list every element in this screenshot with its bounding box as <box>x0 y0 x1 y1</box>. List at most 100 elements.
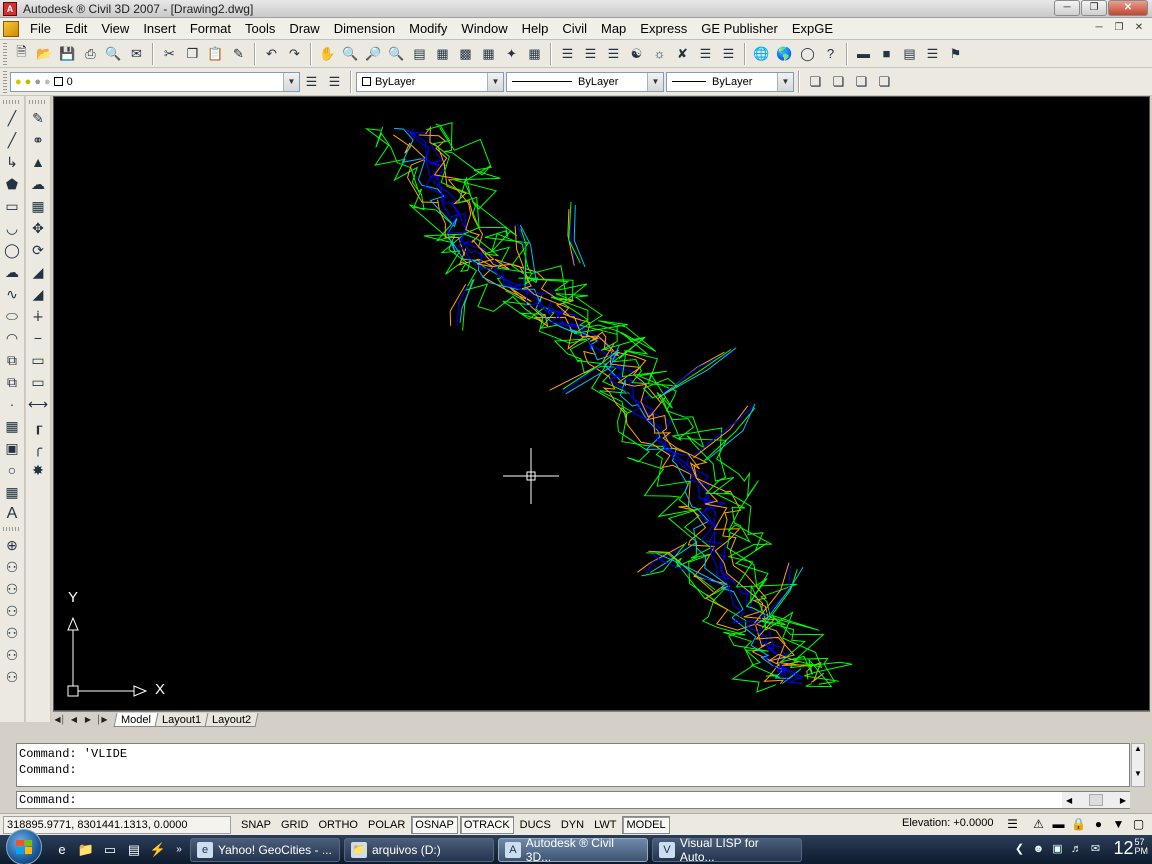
layer-manager-icon[interactable]: ☰ <box>1004 816 1021 833</box>
region-icon[interactable]: ○ <box>2 460 22 480</box>
show-desktop-icon[interactable]: ▭ <box>100 840 120 860</box>
doc-close-button[interactable]: ✕ <box>1130 21 1148 36</box>
revision-cloud-icon[interactable]: ☁ <box>2 262 22 282</box>
layer-delete-icon[interactable]: ✘ <box>673 44 693 64</box>
grid-toggle[interactable]: GRID <box>277 816 313 834</box>
menu-edit[interactable]: Edit <box>58 18 94 40</box>
sun-icon[interactable]: ● <box>25 76 32 88</box>
rectangle-icon[interactable]: ▭ <box>2 196 22 216</box>
color-control-dropdown[interactable]: ByLayer ▼ <box>356 71 504 92</box>
civil-add-icon[interactable]: ⚇ <box>2 623 22 643</box>
publish-icon[interactable]: ✉ <box>127 44 147 64</box>
menu-tools[interactable]: Tools <box>238 18 282 40</box>
chevron-down-icon[interactable]: ▼ <box>487 72 503 91</box>
lightning-app-icon[interactable]: ⚡ <box>148 840 168 860</box>
google-earth-icon[interactable]: 🌎 <box>775 44 795 64</box>
layer-control-dropdown[interactable]: ● ● ● ● 0 ▼ <box>10 71 300 92</box>
lock-icon[interactable]: 🔒 <box>1070 816 1087 833</box>
spline-icon[interactable]: ∿ <box>2 284 22 304</box>
menu-map[interactable]: Map <box>594 18 633 40</box>
make-block-icon[interactable]: ⧉ <box>2 372 22 392</box>
chevron-down-icon[interactable]: ▼ <box>1110 816 1127 833</box>
toolbar-lock-icon[interactable]: ▬ <box>1050 816 1067 833</box>
volume-icon[interactable]: ♬ <box>1068 841 1084 857</box>
toolbar-grip[interactable] <box>3 527 21 531</box>
mail-icon[interactable]: ✉ <box>1087 841 1103 857</box>
menu-insert[interactable]: Insert <box>136 18 183 40</box>
layer-walk-icon[interactable]: ☰ <box>604 44 624 64</box>
section-icon[interactable]: ▤ <box>900 44 920 64</box>
folder-icon[interactable]: 📁 <box>76 840 96 860</box>
open-icon[interactable]: 📂 <box>35 44 55 64</box>
insert-block-icon[interactable]: ⧉ <box>2 350 22 370</box>
lightbulb-icon[interactable]: ● <box>15 76 22 88</box>
properties-icon[interactable]: ▤ <box>410 44 430 64</box>
construction-line-icon[interactable]: ╱ <box>2 130 22 150</box>
snap-icon[interactable]: ⊕ <box>2 535 22 555</box>
draw-order-front-icon[interactable]: ❏ <box>806 72 826 92</box>
menu-view[interactable]: View <box>94 18 136 40</box>
table-icon[interactable]: ▦ <box>2 482 22 502</box>
task-arquivos[interactable]: 📁 arquivos (D:) <box>344 837 494 862</box>
toolbar-grip[interactable] <box>29 100 47 104</box>
next-tab-icon[interactable]: ▶ <box>81 713 95 727</box>
sheet-set-icon[interactable]: ▦ <box>479 44 499 64</box>
ortho-toggle[interactable]: ORTHO <box>314 816 362 834</box>
chevron-down-icon[interactable]: ▼ <box>283 72 299 91</box>
menu-ge-publisher[interactable]: GE Publisher <box>694 18 785 40</box>
autocad-app-icon[interactable]: A <box>3 1 17 16</box>
ellipse-arc-icon[interactable]: ◠ <box>2 328 22 348</box>
otrack-toggle[interactable]: OTRACK <box>459 815 514 834</box>
dyn-toggle[interactable]: DYN <box>557 816 588 834</box>
first-tab-icon[interactable]: ◀│ <box>53 713 67 727</box>
plot-preview-icon[interactable]: 🔍 <box>104 44 124 64</box>
chevron-down-icon[interactable]: ▼ <box>647 72 663 91</box>
layer-previous-icon[interactable]: ☰ <box>325 72 345 92</box>
polyline-icon[interactable]: ↳ <box>2 152 22 172</box>
draw-order-under-icon[interactable]: ❏ <box>875 72 895 92</box>
tray-expand-icon[interactable]: ❮ <box>1011 841 1027 857</box>
prev-tab-icon[interactable]: ◀ <box>67 713 81 727</box>
arc-icon[interactable]: ◡ <box>2 218 22 238</box>
command-line-input[interactable]: Command: <box>16 791 1130 809</box>
lock-icon[interactable]: ● <box>34 76 41 88</box>
lwt-toggle[interactable]: LWT <box>590 816 620 834</box>
command-history[interactable]: Command: 'VLIDE Command: <box>16 743 1130 787</box>
layer-change-icon[interactable]: ☰ <box>719 44 739 64</box>
layer-isolate-icon[interactable]: ☯ <box>627 44 647 64</box>
drawing-document-icon[interactable] <box>3 20 19 37</box>
layer-icon[interactable]: ☰ <box>558 44 578 64</box>
table-icon[interactable]: ☰ <box>923 44 943 64</box>
network-icon[interactable]: ▣ <box>1049 841 1065 857</box>
menu-express[interactable]: Express <box>633 18 694 40</box>
toolbar-grip[interactable] <box>3 42 7 65</box>
undo-icon[interactable]: ↶ <box>262 44 282 64</box>
calculator-icon[interactable]: ▦ <box>525 44 545 64</box>
civil-edit-icon[interactable]: ⚇ <box>2 645 22 665</box>
toolbar-grip[interactable] <box>3 70 7 93</box>
linetype-control-dropdown[interactable]: ByLayer ▼ <box>506 71 664 92</box>
task-autodesk-civil3d[interactable]: A Autodesk ® Civil 3D... <box>498 836 648 864</box>
close-button[interactable]: ✕ <box>1108 0 1148 16</box>
save-icon[interactable]: 💾 <box>58 44 78 64</box>
plot-icon[interactable]: ● <box>44 76 51 88</box>
doc-restore-button[interactable]: ❐ <box>1110 21 1128 36</box>
command-scrollbar[interactable]: ▲ ▼ <box>1131 743 1145 787</box>
mirror-icon[interactable]: ▲ <box>28 152 48 172</box>
comm-center-icon[interactable]: ⚠ <box>1030 816 1047 833</box>
toolbar-grip[interactable] <box>3 100 21 104</box>
paste-icon[interactable]: 📋 <box>206 44 226 64</box>
civil-alignment-icon[interactable]: ⚇ <box>2 601 22 621</box>
circle-icon[interactable]: ◯ <box>2 240 22 260</box>
menu-window[interactable]: Window <box>454 18 514 40</box>
quicklaunch-expand-icon[interactable]: » <box>172 840 186 860</box>
tab-layout2[interactable]: Layout2 <box>204 712 259 727</box>
multiline-text-icon[interactable]: A <box>2 504 22 524</box>
snap-toggle[interactable]: SNAP <box>237 816 275 834</box>
zoom-previous-icon[interactable]: 🔍 <box>387 44 407 64</box>
zoom-realtime-icon[interactable]: 🔍 <box>341 44 361 64</box>
task-visual-lisp[interactable]: V Visual LISP for Auto... <box>652 836 802 864</box>
cut-icon[interactable]: ✂ <box>160 44 180 64</box>
chamfer-icon[interactable]: ┎ <box>28 416 48 436</box>
polar-toggle[interactable]: POLAR <box>364 816 409 834</box>
